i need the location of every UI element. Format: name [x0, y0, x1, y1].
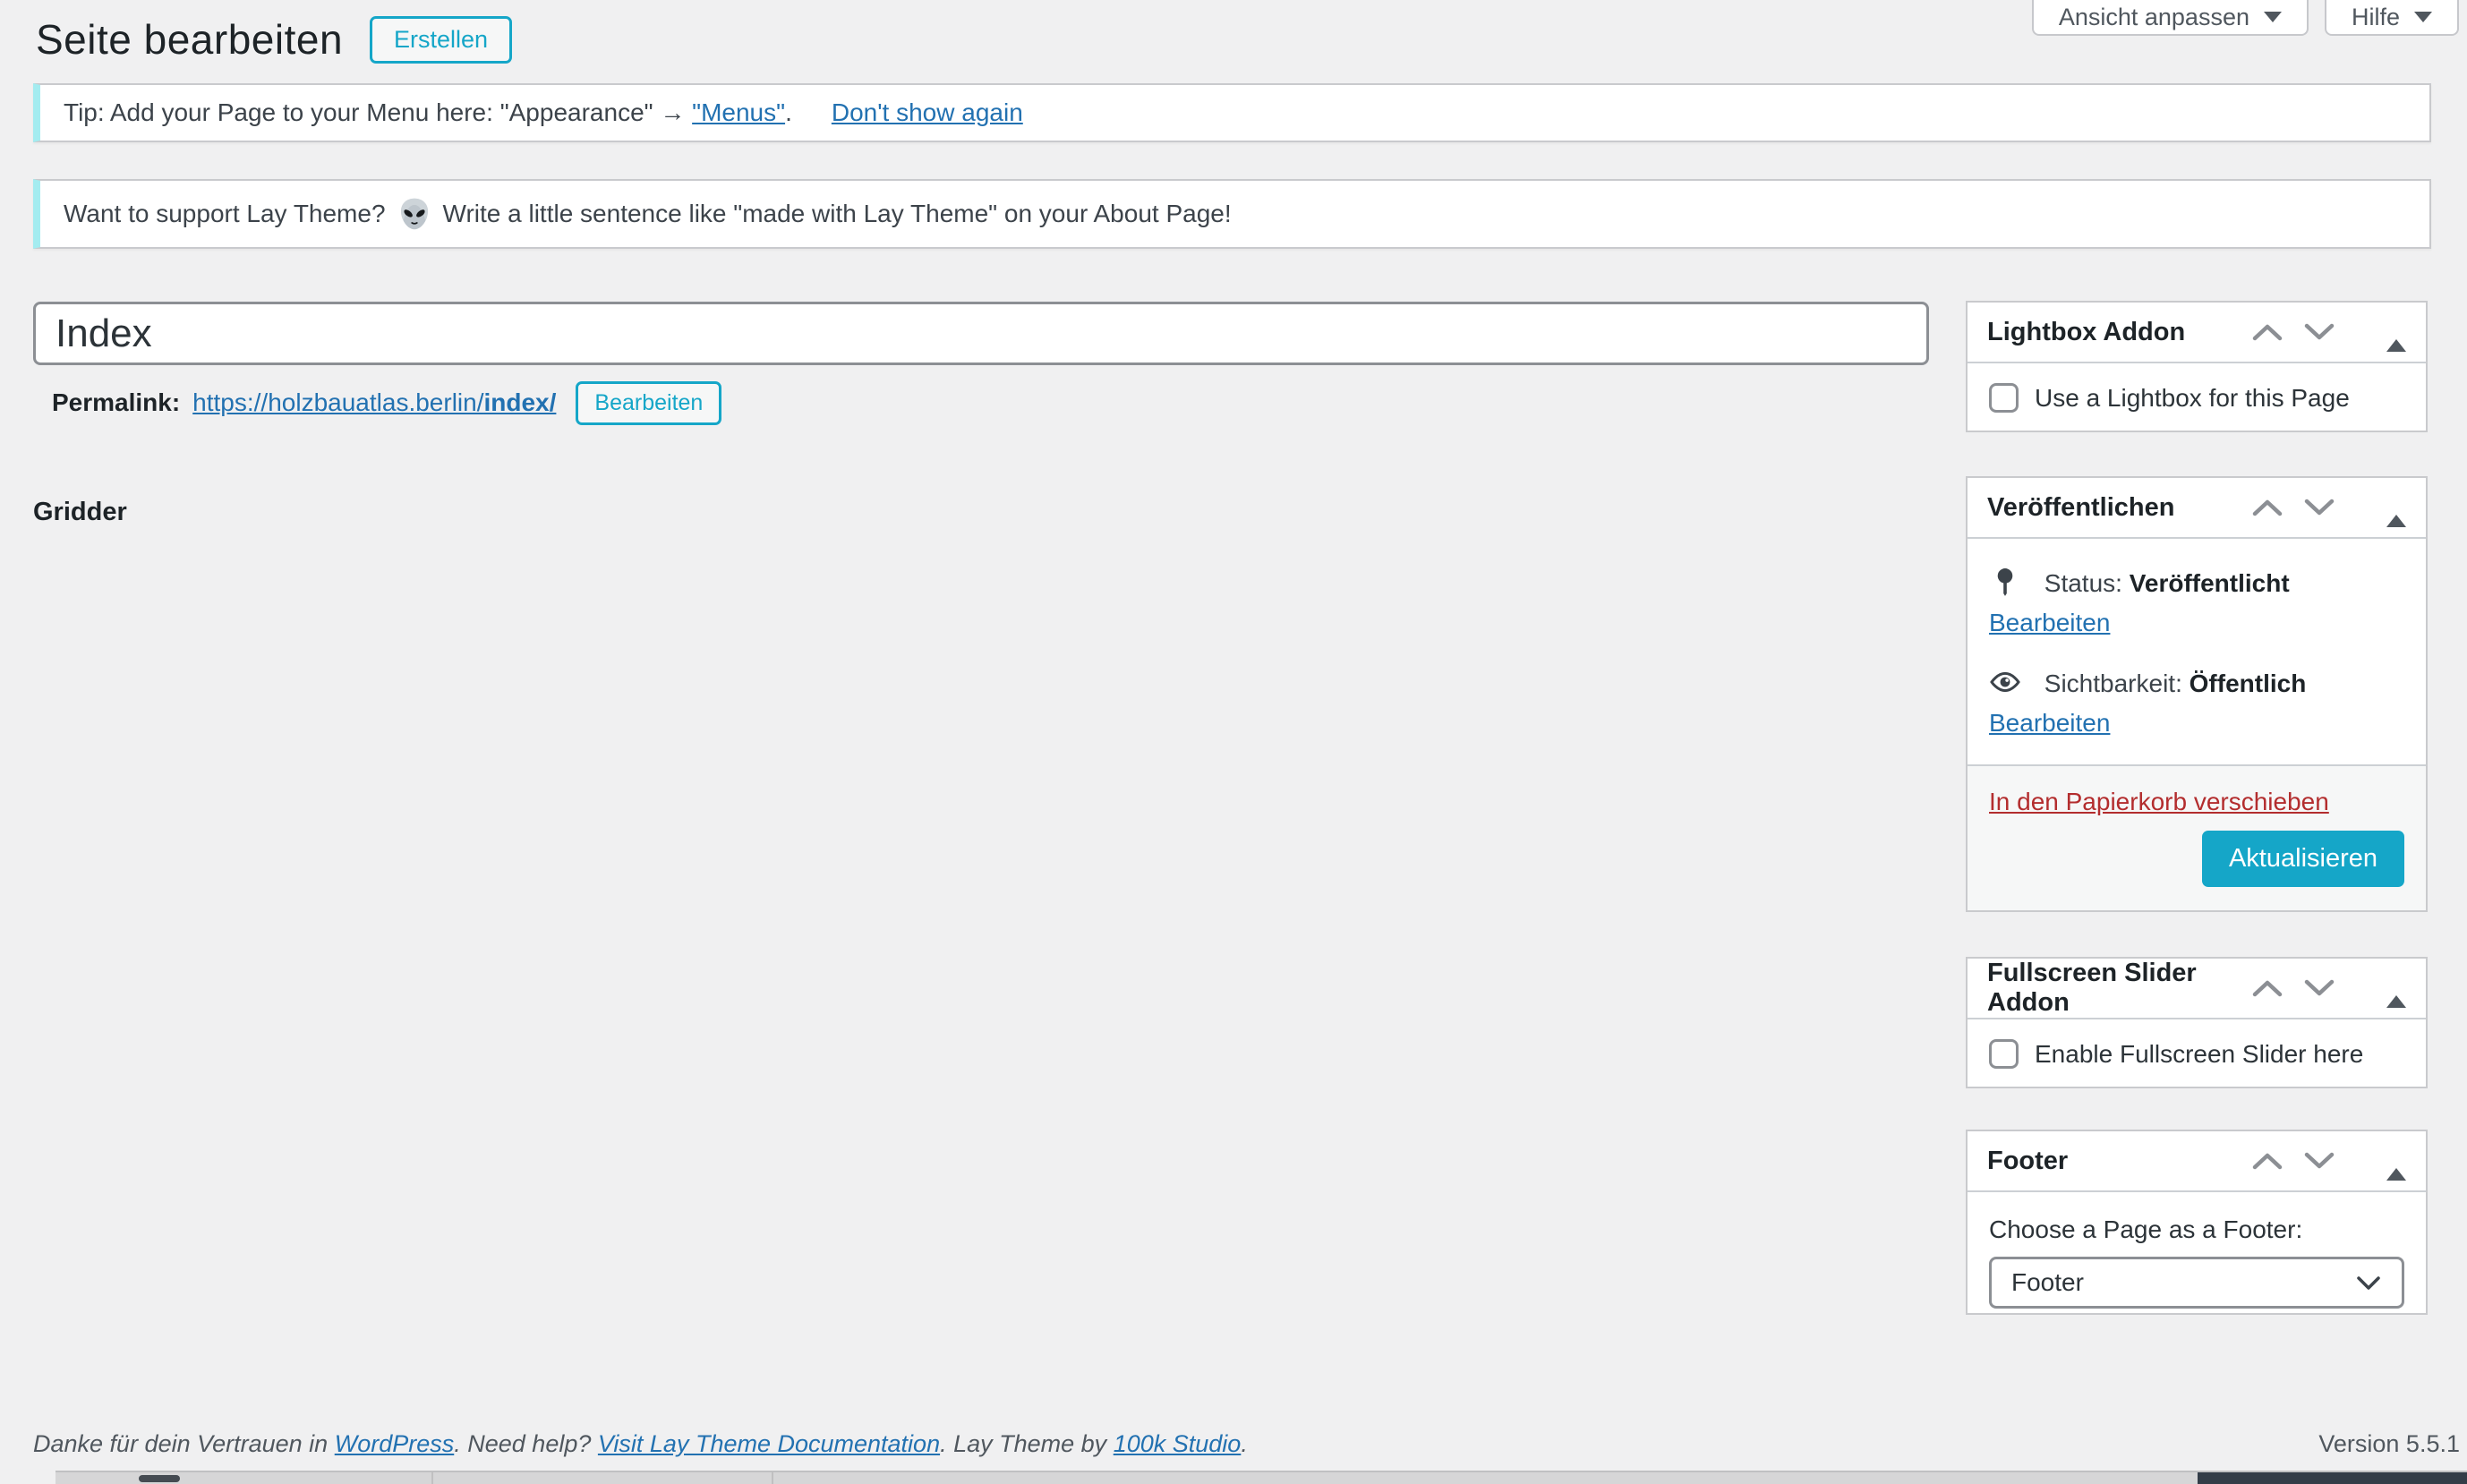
background-window-strip: [55, 1471, 2467, 1484]
lightbox-addon-header[interactable]: Lightbox Addon: [1968, 303, 2426, 363]
permalink-slug: index/: [483, 388, 556, 416]
help-label: Hilfe: [2352, 4, 2400, 31]
tip-period: .: [785, 98, 792, 127]
lightbox-checkbox-label: Use a Lightbox for this Page: [2035, 384, 2350, 413]
footer-page-select[interactable]: Footer: [1989, 1257, 2404, 1309]
page-title: Seite bearbeiten: [36, 15, 343, 64]
visibility-row: Sichtbarkeit: Öffentlich Bearbeiten: [1989, 664, 2404, 743]
status-value: Veröffentlicht: [2130, 569, 2290, 597]
eye-icon: [1989, 666, 2021, 698]
fullscreen-slider-header[interactable]: Fullscreen Slider Addon: [1968, 959, 2426, 1019]
add-new-button[interactable]: Erstellen: [370, 16, 512, 64]
page-header: Seite bearbeiten Erstellen: [36, 13, 512, 66]
chevron-up-icon[interactable]: [2252, 1151, 2283, 1171]
fullscreen-slider-checkbox-label: Enable Fullscreen Slider here: [2035, 1040, 2363, 1069]
handle-actions: [2252, 322, 2406, 342]
publish-header[interactable]: Veröffentlichen: [1968, 478, 2426, 539]
lay-theme-doc-link[interactable]: Visit Lay Theme Documentation: [598, 1430, 940, 1457]
lightbox-addon-box: Lightbox Addon Use a Lightbox for this P…: [1966, 301, 2428, 432]
chevron-up-icon[interactable]: [2252, 322, 2283, 342]
menu-tip-notice: Tip: Add your Page to your Menu here: "A…: [33, 83, 2431, 142]
visibility-value: Öffentlich: [2190, 670, 2307, 697]
menus-link[interactable]: "Menus": [692, 98, 785, 127]
admin-footer-text: Danke für dein Vertrauen in WordPress. N…: [33, 1430, 1248, 1458]
footer-select-label: Choose a Page as a Footer:: [1989, 1215, 2404, 1244]
lightbox-addon-body: Use a Lightbox for this Page: [1968, 363, 2426, 432]
edit-visibility-link[interactable]: Bearbeiten: [1989, 709, 2110, 737]
triangle-up-icon[interactable]: [2386, 1155, 2406, 1168]
strip-dark-segment: [2198, 1472, 2467, 1484]
alien-emoji: [397, 196, 432, 232]
strip-mark: [139, 1475, 180, 1482]
support-question: Want to support Lay Theme?: [64, 200, 386, 228]
support-notice: Want to support Lay Theme? Write a littl…: [33, 179, 2431, 249]
pin-icon: [1989, 566, 2021, 598]
major-publishing-actions: In den Papierkorb verschieben Aktualisie…: [1968, 764, 2426, 910]
fullscreen-slider-box: Fullscreen Slider Addon Enable Fullscree…: [1966, 957, 2428, 1088]
footer-end: .: [1241, 1430, 1248, 1457]
help-button[interactable]: Hilfe: [2325, 0, 2459, 36]
lightbox-checkbox[interactable]: [1989, 383, 2019, 413]
footer-box-header[interactable]: Footer: [1968, 1131, 2426, 1192]
chevron-up-icon[interactable]: [2252, 498, 2283, 517]
dont-show-again-link[interactable]: Don't show again: [832, 98, 1023, 127]
chevron-up-icon[interactable]: [2252, 978, 2283, 998]
footer-select-value: Footer: [2011, 1268, 2084, 1297]
chevron-down-icon[interactable]: [2304, 978, 2335, 998]
permalink-base: https://holzbauatlas.berlin/: [192, 388, 483, 416]
handle-actions: [2252, 498, 2406, 517]
caret-down-icon: [2264, 12, 2282, 22]
footer-box-body: Choose a Page as a Footer: Footer: [1968, 1192, 2426, 1328]
triangle-up-icon[interactable]: [2386, 326, 2406, 339]
edit-page-screen: Seite bearbeiten Erstellen Ansicht anpas…: [0, 0, 2467, 1484]
permalink-label: Permalink:: [52, 388, 180, 417]
footer-box: Footer Choose a Page as a Footer: Footer: [1966, 1130, 2428, 1315]
footer-box-title: Footer: [1987, 1147, 2252, 1176]
fullscreen-slider-body: Enable Fullscreen Slider here: [1968, 1019, 2426, 1088]
gridder-label: Gridder: [33, 498, 127, 527]
screen-options-button[interactable]: Ansicht anpassen: [2032, 0, 2309, 36]
visibility-label: Sichtbarkeit:: [2044, 670, 2182, 697]
strip-divider: [431, 1472, 433, 1484]
handle-actions: [2252, 1151, 2406, 1171]
triangle-up-icon[interactable]: [2386, 501, 2406, 515]
triangle-up-icon[interactable]: [2386, 982, 2406, 995]
fullscreen-slider-title: Fullscreen Slider Addon: [1987, 959, 2252, 1018]
studio-link[interactable]: 100k Studio: [1114, 1430, 1242, 1457]
lightbox-addon-title: Lightbox Addon: [1987, 318, 2252, 347]
wordpress-link[interactable]: WordPress: [335, 1430, 455, 1457]
status-row: Status: Veröffentlicht Bearbeiten: [1989, 564, 2404, 643]
tip-text: Tip: Add your Page to your Menu here: "A…: [64, 98, 685, 127]
chevron-down-icon[interactable]: [2304, 1151, 2335, 1171]
footer-thanks-text: Danke für dein Vertrauen in: [33, 1430, 328, 1457]
move-to-trash-link[interactable]: In den Papierkorb verschieben: [1989, 788, 2329, 816]
publish-box: Veröffentlichen Status: Veröffentlicht B…: [1966, 476, 2428, 912]
footer-mid2: . Lay Theme by: [940, 1430, 1106, 1457]
chevron-down-icon[interactable]: [2304, 498, 2335, 517]
screen-options-label: Ansicht anpassen: [2059, 4, 2249, 31]
publish-title: Veröffentlichen: [1987, 493, 2252, 523]
wp-version-label: Version 5.5.1: [2318, 1430, 2460, 1458]
edit-permalink-button[interactable]: Bearbeiten: [576, 381, 721, 425]
footer-mid1: . Need help?: [454, 1430, 591, 1457]
fullscreen-slider-checkbox[interactable]: [1989, 1039, 2019, 1069]
permalink-link[interactable]: https://holzbauatlas.berlin/index/: [192, 388, 556, 417]
chevron-down-icon[interactable]: [2304, 322, 2335, 342]
caret-down-icon: [2414, 12, 2432, 22]
post-title-input[interactable]: [33, 302, 1929, 365]
screen-meta-tabs: Ansicht anpassen Hilfe: [2032, 0, 2459, 36]
support-message: Write a little sentence like "made with …: [443, 200, 1232, 228]
edit-status-link[interactable]: Bearbeiten: [1989, 609, 2110, 636]
strip-divider: [772, 1472, 773, 1484]
handle-actions: [2252, 978, 2406, 998]
permalink-row: Permalink: https://holzbauatlas.berlin/i…: [52, 380, 721, 426]
status-label: Status:: [2044, 569, 2122, 597]
chevron-down-icon: [2355, 1274, 2382, 1292]
update-button[interactable]: Aktualisieren: [2202, 831, 2404, 887]
